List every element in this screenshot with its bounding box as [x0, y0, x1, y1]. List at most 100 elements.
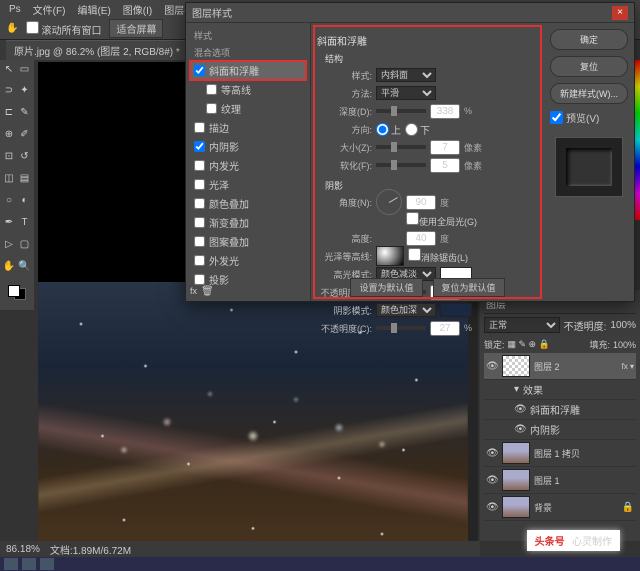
antialias-check[interactable]: 消除锯齿(L) [408, 248, 468, 264]
altitude-input[interactable] [406, 231, 436, 246]
visibility-icon[interactable]: 👁 [486, 502, 498, 513]
layer-thumb [502, 469, 530, 491]
shading-header: 阴影 [325, 179, 538, 192]
new-style-button[interactable]: 新建样式(W)... [550, 83, 628, 104]
make-default-button[interactable]: 设置为默认值 [350, 278, 422, 297]
soften-input[interactable] [430, 158, 460, 173]
layer-fx[interactable]: ▾ 效果 [484, 380, 636, 400]
style-coloroverlay[interactable]: 颜色叠加 [190, 194, 306, 213]
technique-select[interactable]: 平滑 [376, 86, 436, 100]
brush-tool[interactable]: ✐ [18, 128, 32, 142]
angle-dial[interactable] [376, 189, 402, 215]
dir-up[interactable]: 上 [376, 122, 401, 137]
fx-icon[interactable]: fx [190, 286, 197, 297]
shadow-mode[interactable]: 颜色加深 [376, 303, 436, 317]
style-texture[interactable]: 纹理 [190, 99, 306, 118]
layer-fx-innershadow[interactable]: 👁内阴影 [484, 420, 636, 440]
hand-tool[interactable]: ✋ [2, 259, 16, 273]
gloss-contour[interactable] [376, 246, 404, 266]
visibility-icon[interactable]: 👁 [514, 404, 526, 415]
style-innershadow[interactable]: 内阴影 [190, 137, 306, 156]
opacity-value[interactable]: 100% [610, 320, 636, 331]
layer-row[interactable]: 👁背景🔒 [484, 494, 636, 521]
path-tool[interactable]: ▷ [2, 237, 16, 251]
move-tool[interactable]: ↖ [2, 62, 16, 76]
section-title: 斜面和浮雕 [317, 33, 538, 48]
app-icon: Ps [4, 4, 26, 15]
zoom-value[interactable]: 86.18% [6, 544, 40, 555]
depth-slider[interactable] [376, 109, 426, 113]
visibility-icon[interactable]: 👁 [486, 475, 498, 486]
layer-style-dialog: 图层样式 × 样式 混合选项 斜面和浮雕 等高线 纹理 描边 内阴影 内发光 光… [185, 2, 635, 302]
trash-icon[interactable]: 🗑 [201, 286, 214, 297]
menu-edit[interactable]: 编辑(E) [72, 2, 115, 17]
style-innerglow[interactable]: 内发光 [190, 156, 306, 175]
style-select[interactable]: 内斜面 [376, 68, 436, 82]
type-tool[interactable]: T [18, 215, 32, 229]
fill-label: 填充: [589, 338, 610, 351]
eraser-tool[interactable]: ◫ [2, 172, 16, 186]
close-icon[interactable]: × [612, 6, 628, 20]
style-satin[interactable]: 光泽 [190, 175, 306, 194]
style-contour[interactable]: 等高线 [190, 80, 306, 99]
heal-tool[interactable]: ⊕ [2, 128, 16, 142]
blend-header[interactable]: 混合选项 [190, 44, 306, 61]
visibility-icon[interactable]: 👁 [514, 424, 526, 435]
size-slider[interactable] [376, 145, 426, 149]
marquee-tool[interactable]: ▭ [18, 62, 32, 76]
layer-fx-bevel[interactable]: 👁斜面和浮雕 [484, 400, 636, 420]
layer-row[interactable]: 👁图层 1 [484, 467, 636, 494]
preview-check[interactable]: 预览(V) [550, 110, 628, 125]
blur-tool[interactable]: ○ [2, 193, 16, 207]
opacity-label: 不透明度: [564, 318, 607, 333]
zoom-tool[interactable]: 🔍 [18, 259, 32, 273]
style-outerglow[interactable]: 外发光 [190, 251, 306, 270]
bevel-params: 斜面和浮雕 结构 样式:内斜面 方法:平滑 深度(D):% 方向:上下 大小(Z… [311, 23, 544, 301]
size-input[interactable] [430, 140, 460, 155]
crop-tool[interactable]: ⊏ [2, 106, 16, 120]
fit-screen-button[interactable]: 适合屏幕 [109, 19, 163, 38]
shape-tool[interactable]: ▢ [18, 237, 32, 251]
visibility-icon[interactable]: 👁 [486, 361, 498, 372]
depth-input[interactable] [430, 104, 460, 119]
cancel-button[interactable]: 复位 [550, 56, 628, 77]
taskbar-icon[interactable] [4, 558, 18, 570]
eyedrop-tool[interactable]: ✎ [18, 106, 32, 120]
soften-slider[interactable] [376, 163, 426, 167]
lock-icons[interactable]: ▦ ✎ ⊕ 🔒 [508, 339, 550, 350]
dialog-titlebar[interactable]: 图层样式 × [186, 3, 634, 23]
menu-file[interactable]: 文件(F) [28, 2, 71, 17]
visibility-icon[interactable]: 👁 [486, 448, 498, 459]
style-patternoverlay[interactable]: 图案叠加 [190, 232, 306, 251]
doc-tab[interactable]: 原片.jpg @ 86.2% (图层 2, RGB/8#) * [6, 40, 188, 60]
os-taskbar[interactable] [0, 557, 640, 571]
layer-row[interactable]: 👁图层 2fx ▾ [484, 353, 636, 380]
reset-default-button[interactable]: 复位为默认值 [433, 278, 505, 297]
ok-button[interactable]: 确定 [550, 29, 628, 50]
stamp-tool[interactable]: ⊡ [2, 150, 16, 164]
shadow-color[interactable] [440, 303, 472, 317]
fill-value[interactable]: 100% [613, 340, 636, 350]
taskbar-icon[interactable] [40, 558, 54, 570]
dodge-tool[interactable]: ◐ [18, 193, 32, 207]
pen-tool[interactable]: ✒ [2, 215, 16, 229]
lasso-tool[interactable]: ⊃ [2, 84, 16, 98]
watermark-author: 心灵制作 [572, 537, 612, 548]
menu-image[interactable]: 图像(I) [118, 2, 157, 17]
status-bar: 86.18% 文档:1.89M/6.72M [0, 541, 480, 557]
global-light-check[interactable]: 使用全局光(G) [406, 212, 477, 228]
scroll-all-check[interactable]: 滚动所有窗口 [26, 21, 101, 37]
shadow-opacity[interactable] [430, 321, 460, 336]
shadow-opacity-slider[interactable] [376, 326, 426, 330]
angle-input[interactable] [406, 195, 436, 210]
style-stroke[interactable]: 描边 [190, 118, 306, 137]
wand-tool[interactable]: ✦ [18, 84, 32, 98]
style-gradoverlay[interactable]: 渐变叠加 [190, 213, 306, 232]
history-tool[interactable]: ↺ [18, 150, 32, 164]
style-bevel[interactable]: 斜面和浮雕 [190, 61, 306, 80]
gradient-tool[interactable]: ▤ [18, 172, 32, 186]
taskbar-icon[interactable] [22, 558, 36, 570]
dir-down[interactable]: 下 [405, 122, 430, 137]
color-swatch[interactable] [2, 281, 32, 301]
layer-row[interactable]: 👁图层 1 拷贝 [484, 440, 636, 467]
